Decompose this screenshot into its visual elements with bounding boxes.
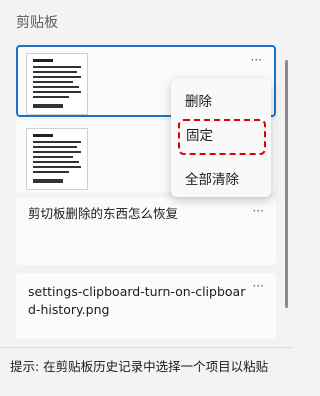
more-options-icon[interactable]: ··· bbox=[251, 53, 262, 67]
clipboard-title: 剪贴板 bbox=[16, 15, 58, 31]
image-thumbnail bbox=[26, 128, 88, 190]
clipboard-item-text-2[interactable]: settings-clipboard-turn-on-clipboard-his… bbox=[16, 273, 276, 339]
clipboard-item-text: 剪切板删除的东西怎么恢复 bbox=[28, 206, 179, 221]
pin-highlight-box bbox=[178, 119, 266, 155]
more-options-icon[interactable]: ··· bbox=[253, 204, 264, 218]
clipboard-item-text: settings-clipboard-turn-on-clipboard-his… bbox=[28, 284, 246, 317]
footer-hint: 提示: 在剪贴板历史记录中选择一个项目以粘贴 bbox=[10, 359, 269, 374]
image-thumbnail bbox=[26, 53, 88, 115]
scrollbar[interactable] bbox=[285, 60, 288, 308]
menu-item-clear-all[interactable]: 全部清除 bbox=[185, 168, 239, 188]
more-options-icon[interactable]: ··· bbox=[253, 279, 264, 293]
menu-item-delete[interactable]: 删除 bbox=[185, 90, 212, 110]
footer-divider bbox=[0, 347, 292, 348]
clipboard-item-text-1[interactable]: 剪切板删除的东西怎么恢复 ··· bbox=[16, 198, 276, 265]
